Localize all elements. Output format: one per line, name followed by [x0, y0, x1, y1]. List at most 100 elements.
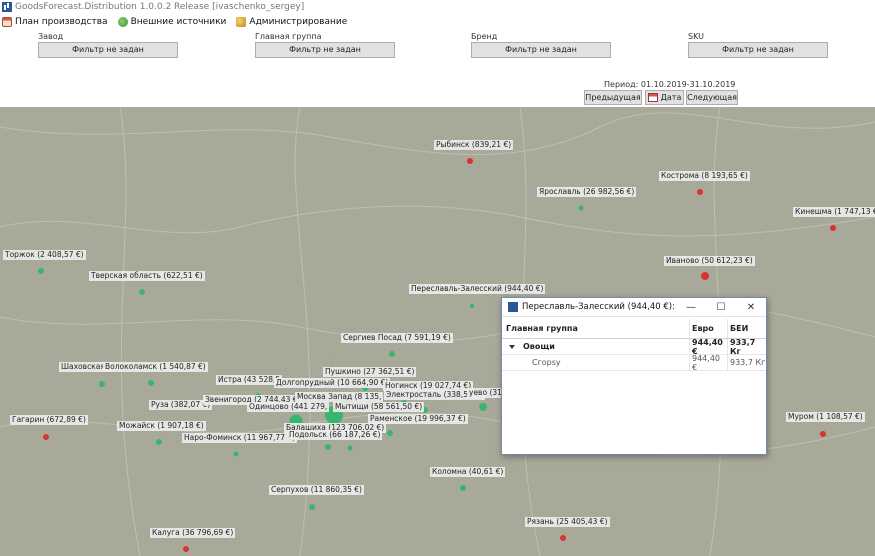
- menu-label: Внешние источники: [130, 17, 227, 27]
- city-label: Рыбинск (839,21 €): [434, 140, 514, 150]
- city-label: Гагарин (672,89 €): [10, 415, 88, 425]
- map-marker[interactable]: [43, 434, 49, 440]
- app-icon: [508, 302, 518, 312]
- menu-label: План производства: [15, 17, 108, 27]
- city-label: Мытищи (58 561,50 €): [333, 402, 425, 412]
- filter-label: Главная группа: [255, 32, 322, 41]
- map-marker[interactable]: [460, 485, 466, 491]
- group-name: Овощи: [523, 342, 555, 351]
- map-marker[interactable]: [156, 439, 162, 445]
- column-header[interactable]: БЕИ: [728, 319, 766, 338]
- map-marker[interactable]: [148, 380, 154, 386]
- city-label: Истра (43 528,5: [216, 375, 283, 385]
- filter-brand: Бренд Фильтр не задан: [471, 32, 611, 58]
- filter-plant-button[interactable]: Фильтр не задан: [38, 42, 178, 58]
- city-label: Кинешма (1 747,13 €): [793, 207, 875, 217]
- app-icon: [2, 2, 12, 12]
- map-marker[interactable]: [820, 431, 826, 437]
- filter-label: Завод: [38, 32, 64, 41]
- filter-main-group-button[interactable]: Фильтр не задан: [255, 42, 395, 58]
- city-label: Кострома (8 193,65 €): [659, 171, 750, 181]
- row-euro: 944,40 €: [690, 354, 728, 372]
- filter-sku: SKU Фильтр не задан: [688, 32, 828, 58]
- city-label: Сергиев Посад (7 591,19 €): [341, 333, 453, 343]
- expand-icon[interactable]: [509, 344, 515, 349]
- city-label: Наро-Фоминск (11 967,77 €): [182, 433, 297, 443]
- filter-plant: Завод Фильтр не задан: [38, 32, 178, 58]
- menu-label: Администрирование: [249, 17, 348, 27]
- city-label: Тверская область (622,51 €): [89, 271, 205, 281]
- date-button-label: Дата: [660, 93, 682, 102]
- city-label: Подольск (66 187,26 €): [287, 430, 383, 440]
- detail-grid: Главная группа Евро БЕИ Овощи 944,40 € 9…: [502, 319, 766, 372]
- group-euro: 944,40 €: [690, 338, 728, 356]
- map-marker[interactable]: [578, 205, 584, 211]
- filter-brand-button[interactable]: Фильтр не задан: [471, 42, 611, 58]
- calendar-icon: [2, 17, 12, 27]
- window-title: GoodsForecast.Distribution 1.0.0.2 Relea…: [15, 2, 305, 12]
- grid-header-row: Главная группа Евро БЕИ: [502, 319, 766, 339]
- city-label: Москва Запад (8 135,: [295, 392, 384, 402]
- maximize-button[interactable]: ☐: [706, 302, 736, 313]
- title-bar: GoodsForecast.Distribution 1.0.0.2 Relea…: [0, 0, 875, 14]
- column-header[interactable]: Главная группа: [502, 319, 690, 338]
- date-button[interactable]: Дата: [645, 90, 684, 105]
- map-marker[interactable]: [389, 351, 395, 357]
- popup-title: Переславль-Залесский (944,40 €): ин...: [522, 302, 676, 312]
- city-label: Коломна (40,61 €): [430, 467, 506, 477]
- city-label: Волоколамск (1 540,87 €): [103, 362, 208, 372]
- table-row[interactable]: Сгорsy 944,40 € 933,7 Кг: [502, 354, 766, 372]
- city-label: уево (31: [467, 388, 504, 398]
- map-marker[interactable]: [38, 268, 44, 274]
- row-bei: 933,7 Кг: [730, 358, 766, 367]
- map-marker[interactable]: [233, 451, 239, 457]
- filter-main-group: Главная группа Фильтр не задан: [255, 32, 395, 58]
- map-marker[interactable]: [139, 289, 145, 295]
- map-marker[interactable]: [325, 444, 331, 450]
- minimize-button[interactable]: —: [676, 302, 706, 313]
- globe-icon: [117, 17, 128, 27]
- city-detail-window: Переславль-Залесский (944,40 €): ин... —…: [501, 297, 767, 455]
- map-marker[interactable]: [309, 504, 315, 510]
- menu-item-external-sources[interactable]: Внешние источники: [116, 17, 227, 27]
- group-bei: 933,7 Кг: [730, 337, 756, 356]
- city-label: Калуга (36 796,69 €): [150, 528, 236, 538]
- calendar-icon: [647, 93, 658, 102]
- menu-item-administration[interactable]: Администрирование: [234, 17, 347, 27]
- map-marker[interactable]: [697, 189, 703, 195]
- next-button[interactable]: Следующая: [686, 90, 738, 105]
- popup-title-bar[interactable]: Переславль-Залесский (944,40 €): ин... —…: [502, 298, 766, 317]
- city-label: Серпухов (11 860,35 €): [269, 485, 364, 495]
- map-marker[interactable]: [830, 225, 836, 231]
- map-marker[interactable]: [347, 445, 353, 451]
- menu-item-production-plan[interactable]: План производства: [0, 17, 108, 27]
- close-button[interactable]: ✕: [736, 302, 766, 313]
- column-header[interactable]: Евро: [690, 319, 728, 338]
- city-label: Долгопрудный (10 664,90 €): [274, 378, 391, 388]
- filter-label: Бренд: [471, 32, 498, 41]
- group-cell: Овощи: [502, 339, 690, 354]
- map-marker[interactable]: [470, 304, 474, 308]
- map-marker[interactable]: [99, 381, 105, 387]
- city-label: Одинцово (441 279,: [247, 402, 330, 412]
- menu-bar: План производства Внешние источники Адми…: [0, 15, 355, 29]
- city-label: Иваново (50 612,23 €): [664, 256, 755, 266]
- map-marker[interactable]: [467, 158, 473, 164]
- map-marker[interactable]: [701, 272, 709, 280]
- period-label: Период: 01.10.2019-31.10.2019: [604, 80, 736, 89]
- previous-button[interactable]: Предыдущая: [584, 90, 642, 105]
- map-marker[interactable]: [183, 546, 189, 552]
- map-marker[interactable]: [479, 403, 487, 411]
- map-marker[interactable]: [387, 430, 393, 436]
- row-name: Сгорsy: [502, 355, 690, 370]
- filter-sku-button[interactable]: Фильтр не задан: [688, 42, 828, 58]
- city-label: Муром (1 108,57 €): [786, 412, 865, 422]
- map-marker[interactable]: [560, 535, 566, 541]
- city-label: Можайск (1 907,18 €): [117, 421, 206, 431]
- city-label: Пушкино (27 362,51 €): [323, 367, 417, 377]
- city-label: Рязань (25 405,43 €): [525, 517, 610, 527]
- filter-label: SKU: [688, 32, 704, 41]
- city-label: Ярославль (26 982,56 €): [537, 187, 637, 197]
- city-label: Переславль-Залесский (944,40 €): [409, 284, 546, 294]
- city-label: Торжок (2 408,57 €): [3, 250, 86, 260]
